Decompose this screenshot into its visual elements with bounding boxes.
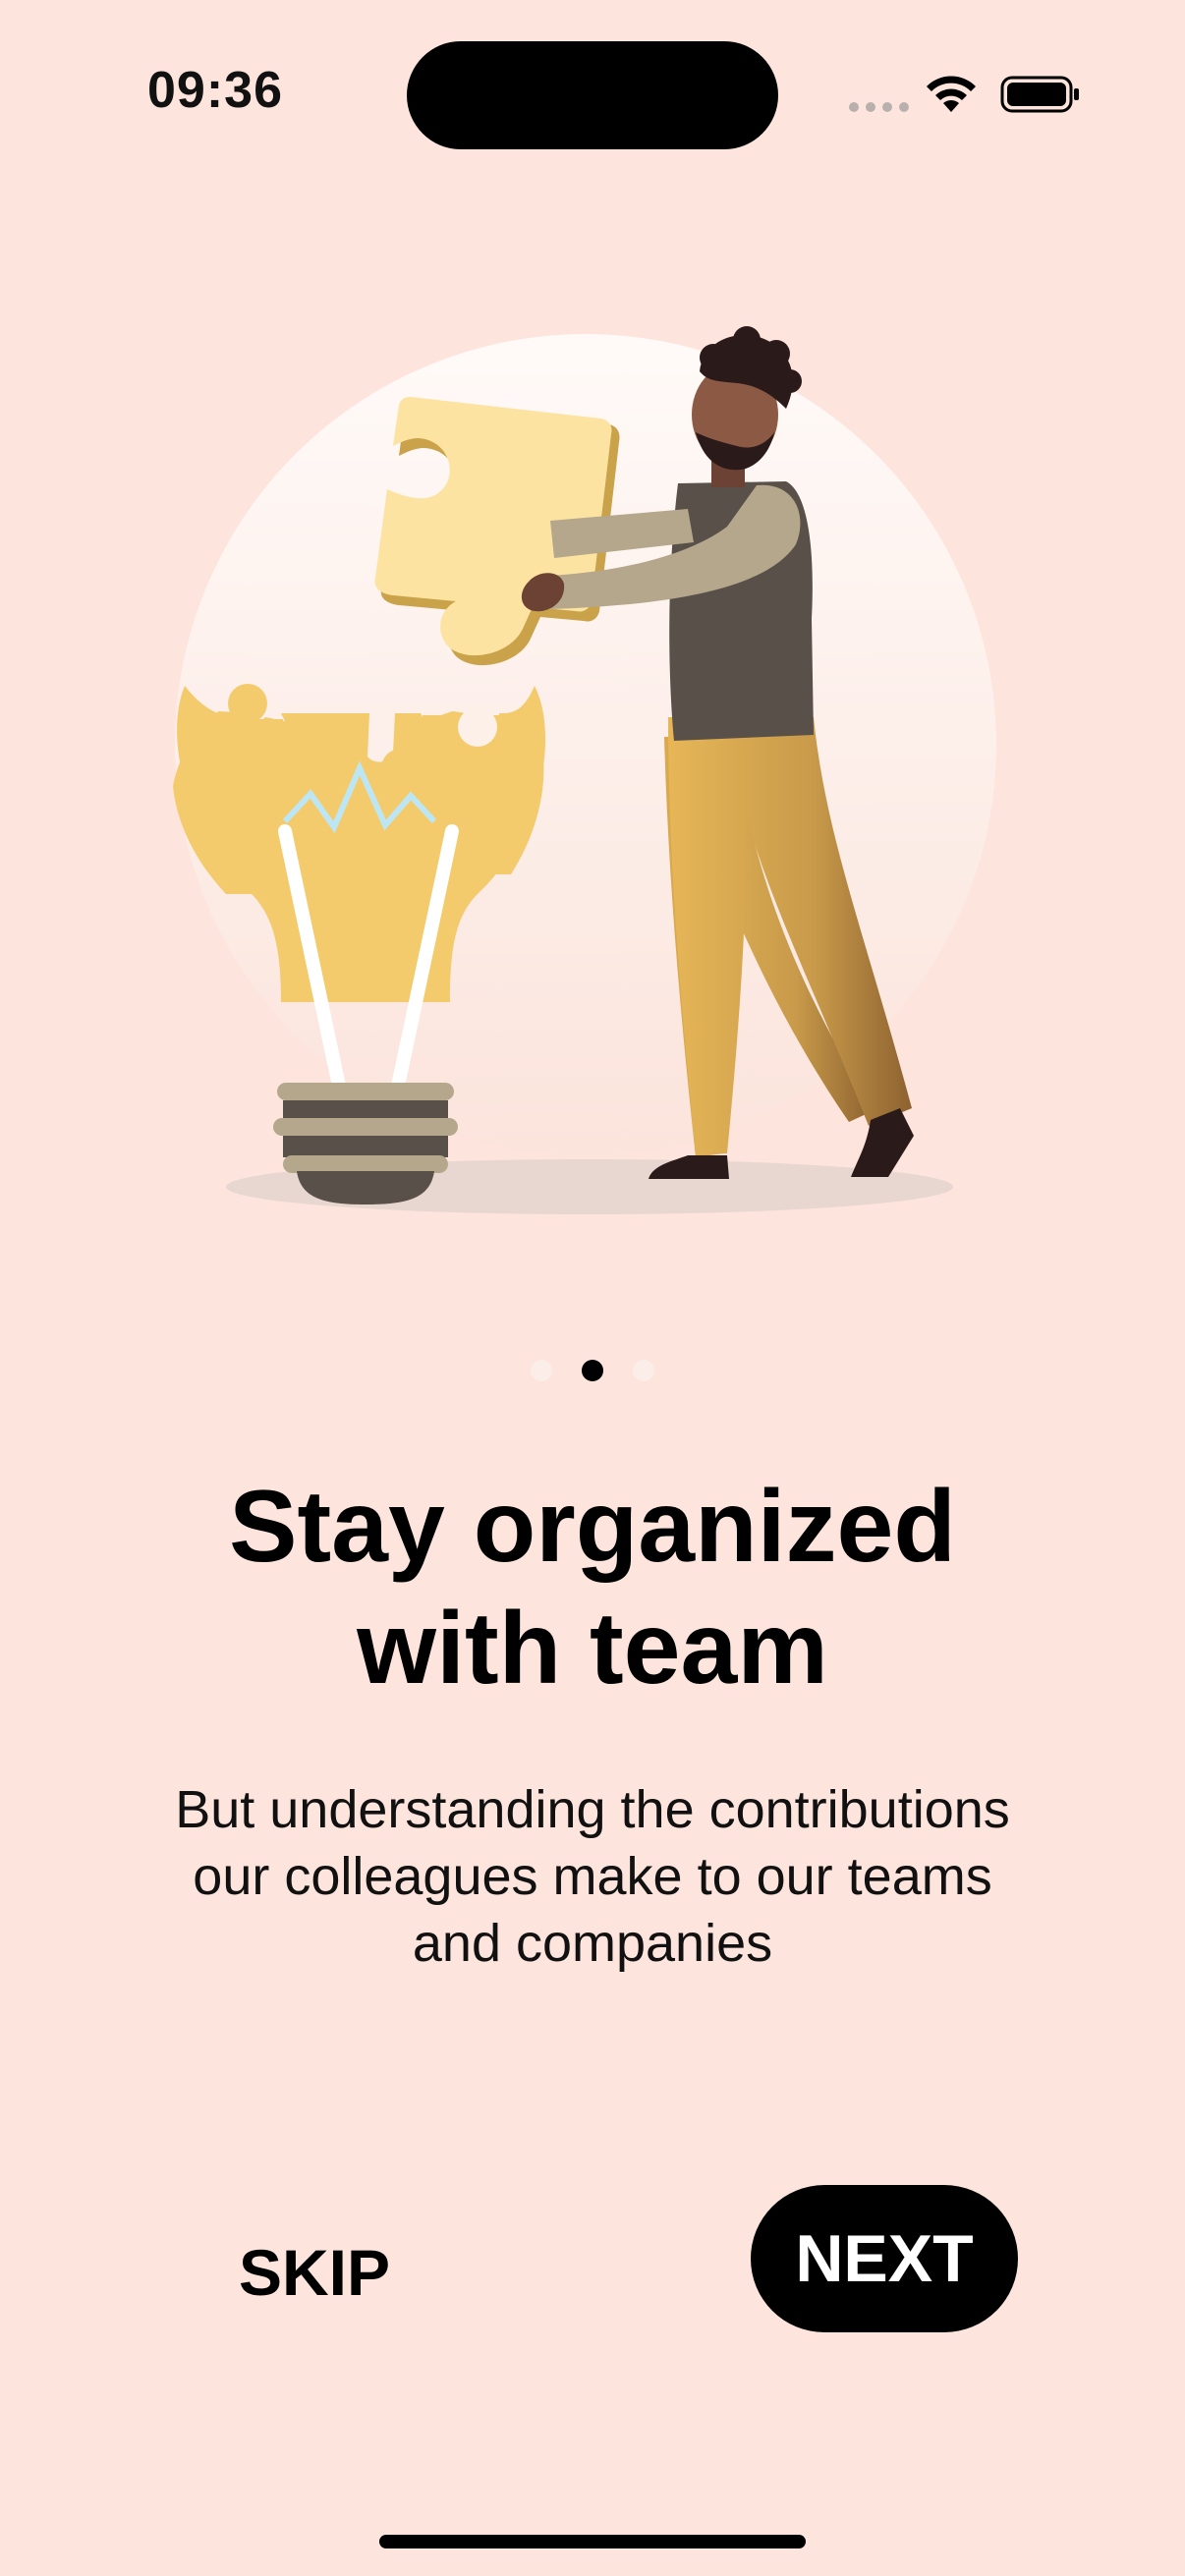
description-line-1: But understanding the contributions xyxy=(175,1780,1010,1839)
status-time: 09:36 xyxy=(147,62,283,119)
dynamic-island xyxy=(407,41,778,149)
page-dot-2-active[interactable] xyxy=(582,1360,603,1381)
page-dot-3[interactable] xyxy=(633,1360,654,1381)
next-button[interactable]: NEXT xyxy=(751,2185,1018,2332)
page-dot-1[interactable] xyxy=(531,1360,552,1381)
cellular-signal-icon xyxy=(849,102,909,112)
lightbulb-puzzle-illustration xyxy=(173,326,996,1214)
onboarding-title: Stay organized with team xyxy=(0,1466,1185,1709)
battery-icon xyxy=(1000,76,1079,113)
description-line-3: and companies xyxy=(412,1914,773,1973)
title-line-2: with team xyxy=(357,1592,828,1706)
page-indicator xyxy=(0,1360,1185,1381)
onboarding-description: But understanding the contributions our … xyxy=(98,1776,1087,1977)
wifi-icon xyxy=(927,76,976,112)
description-line-2: our colleagues make to our teams xyxy=(193,1847,992,1906)
skip-button[interactable]: SKIP xyxy=(216,2228,413,2317)
title-line-1: Stay organized xyxy=(229,1470,956,1584)
home-indicator[interactable] xyxy=(379,2535,806,2548)
onboarding-screen: 09:36 Stay organized with team But under… xyxy=(0,0,1185,2576)
